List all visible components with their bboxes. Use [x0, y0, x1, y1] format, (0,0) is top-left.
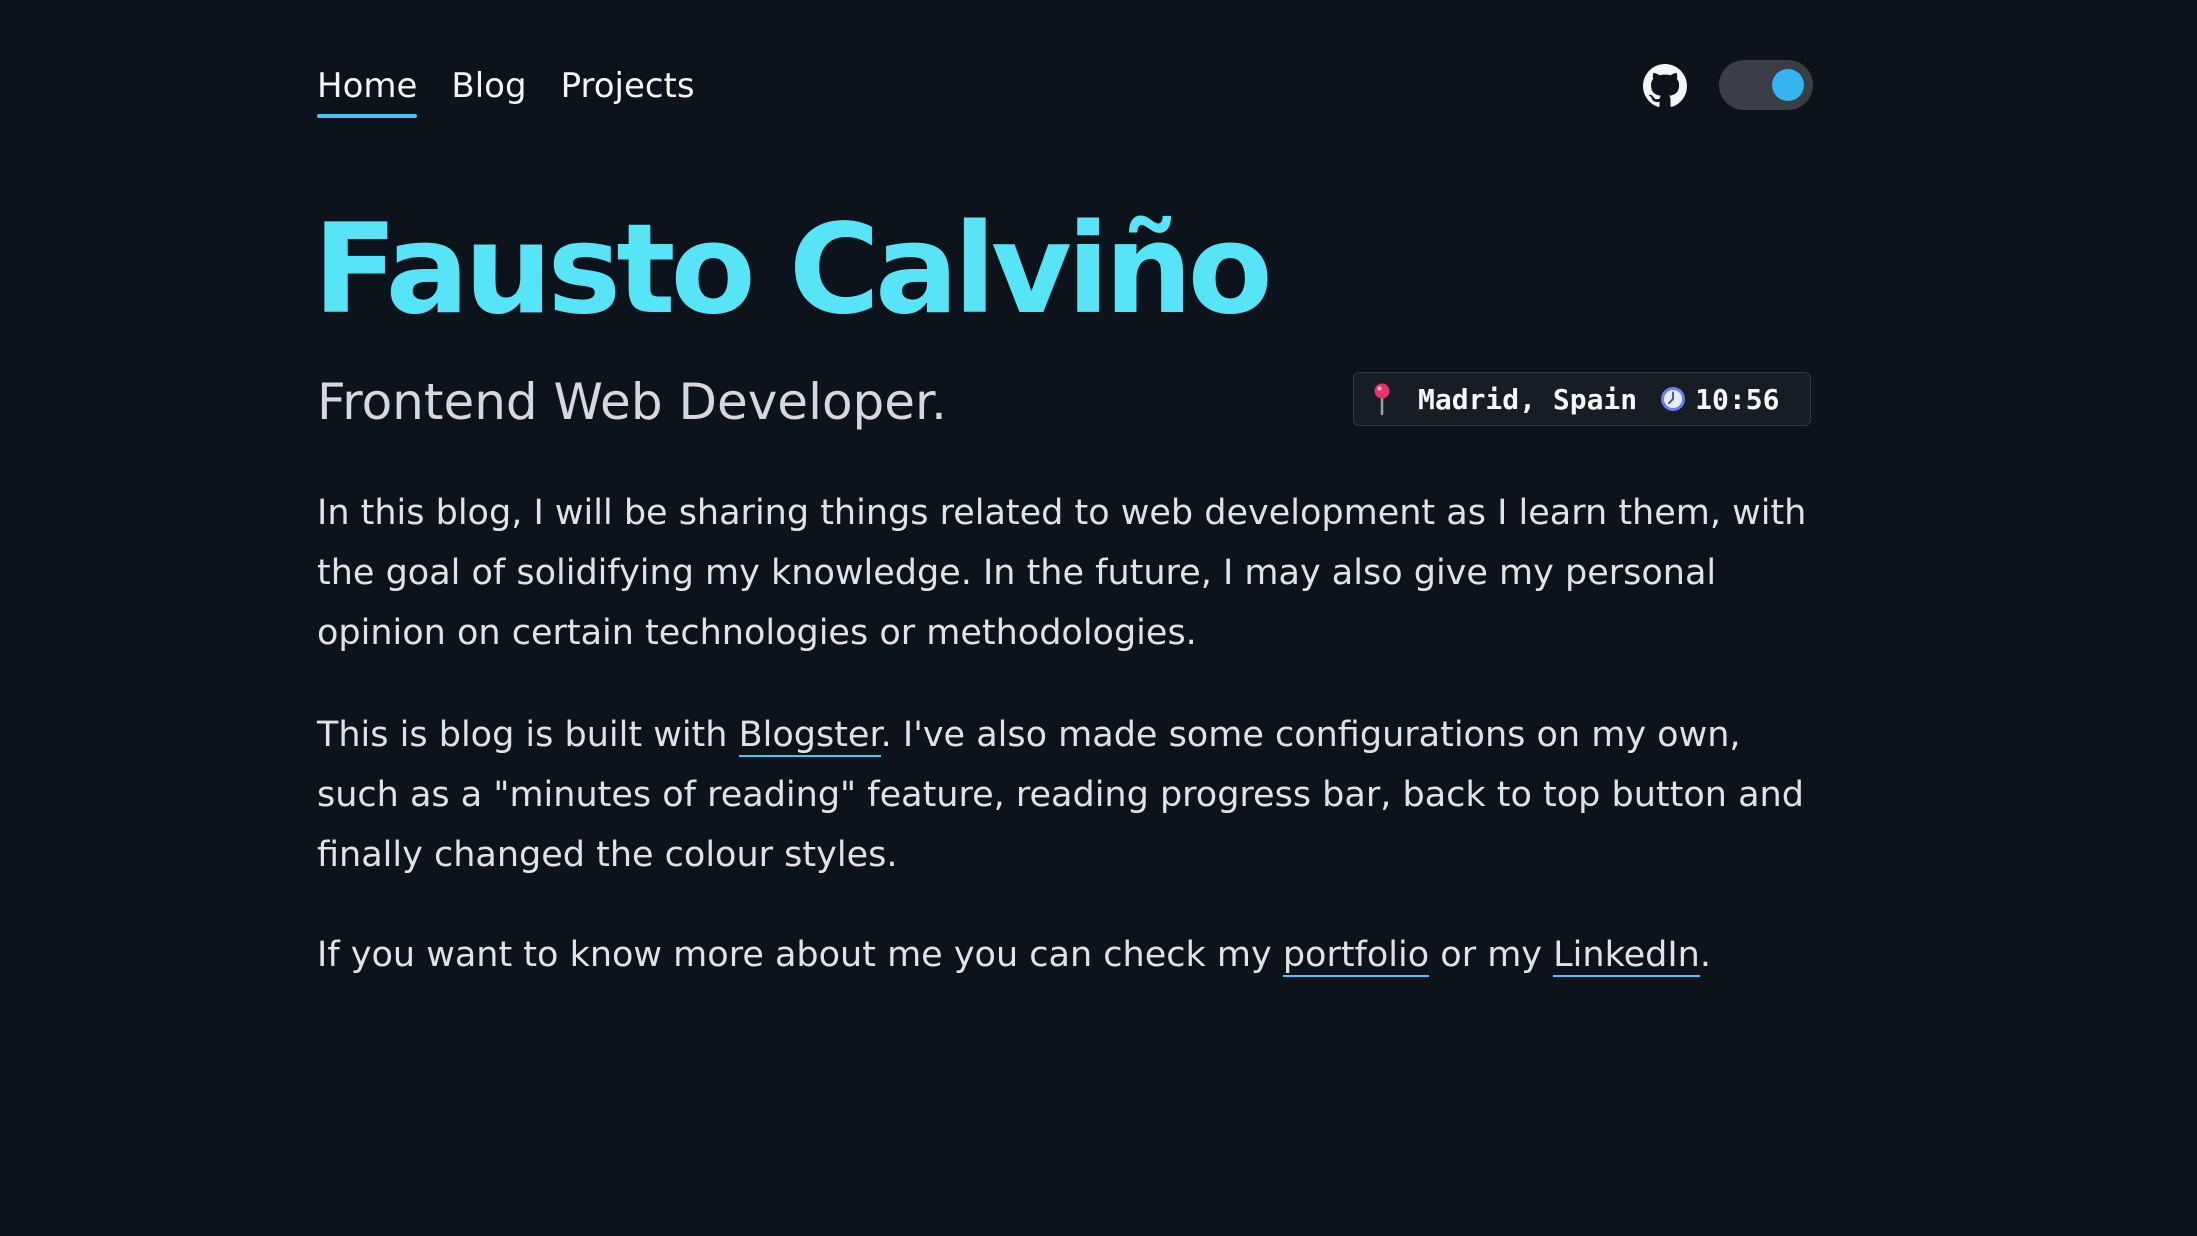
- paragraph-text: This is blog is built with: [317, 715, 739, 755]
- paragraph-text: If you want to know more about me you ca…: [317, 935, 1283, 975]
- linkedin-link[interactable]: LinkedIn: [1553, 935, 1700, 977]
- intro-paragraph-3: If you want to know more about me you ca…: [317, 925, 1817, 985]
- location-time-badge: Madrid, Spain 10:56: [1353, 372, 1811, 426]
- page-container: Home Blog Projects Fausto Calviño Fronte…: [313, 0, 1813, 1236]
- toggle-knob: [1772, 69, 1804, 101]
- nav-link-projects[interactable]: Projects: [561, 60, 695, 112]
- page-subtitle: Frontend Web Developer.: [317, 373, 947, 431]
- nav-link-home[interactable]: Home: [317, 60, 418, 118]
- intro-paragraph-1: In this blog, I will be sharing things r…: [317, 493, 1807, 653]
- blogster-link[interactable]: Blogster: [738, 715, 881, 757]
- map-pin-icon: [1374, 383, 1390, 416]
- theme-toggle[interactable]: [1719, 60, 1813, 110]
- page-title: Fausto Calviño: [313, 198, 1273, 342]
- clock-icon: [1661, 387, 1686, 411]
- time-text: 10:56: [1695, 382, 1780, 416]
- portfolio-link[interactable]: portfolio: [1282, 935, 1430, 977]
- paragraph-text: or my: [1429, 935, 1554, 975]
- nav-link-blog[interactable]: Blog: [451, 60, 526, 112]
- intro-paragraph-2: This is blog is built with Blogster. I'v…: [317, 705, 1817, 885]
- location-text: Madrid, Spain: [1418, 382, 1638, 416]
- paragraph-text: .: [1699, 935, 1711, 975]
- top-nav: Home Blog Projects: [317, 60, 1813, 120]
- github-icon[interactable]: [1643, 64, 1687, 108]
- nav-links: Home Blog Projects: [317, 60, 695, 118]
